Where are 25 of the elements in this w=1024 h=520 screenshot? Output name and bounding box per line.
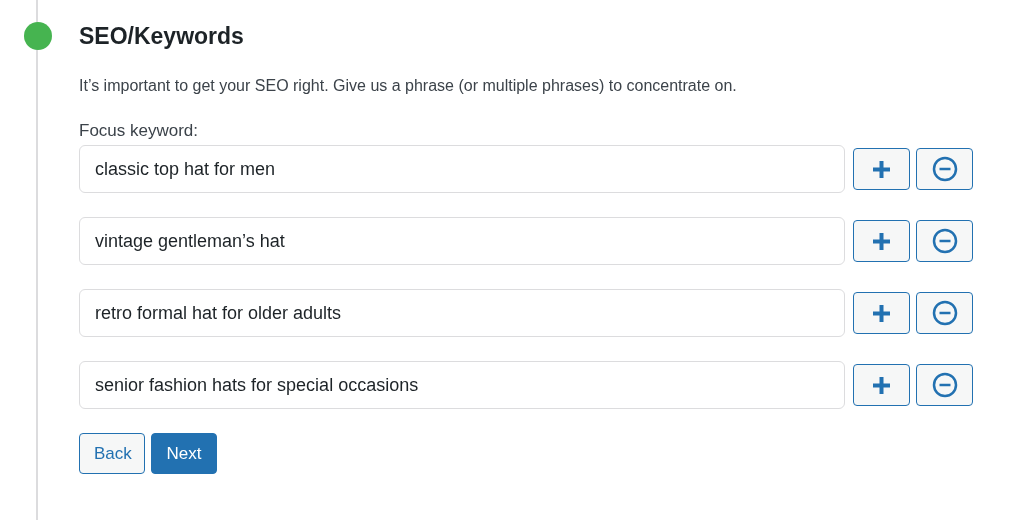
section-title: SEO/Keywords bbox=[79, 22, 245, 50]
next-button[interactable]: Next bbox=[151, 433, 217, 474]
remove-button[interactable] bbox=[916, 364, 973, 406]
description: It’s important to get your SEO right. Give us a phrase (or multiple phrases) to concentrate on. bbox=[79, 76, 738, 96]
keyword-field[interactable]: retro formal hat for older adults bbox=[79, 289, 845, 337]
back-button[interactable]: Back bbox=[79, 433, 145, 474]
keyword-field[interactable]: vintage gentleman’s hat bbox=[79, 217, 845, 265]
minus-circle-icon bbox=[931, 372, 958, 398]
keyword-field[interactable]: senior fashion hats for special occasions bbox=[79, 361, 845, 409]
minus-circle-icon bbox=[931, 156, 958, 182]
remove-button[interactable] bbox=[916, 220, 973, 262]
minus-circle-icon bbox=[931, 300, 958, 326]
minus-circle-icon bbox=[931, 228, 958, 254]
plus-icon bbox=[872, 375, 891, 395]
plus-icon bbox=[872, 231, 891, 251]
add-button[interactable] bbox=[853, 220, 910, 262]
remove-button[interactable] bbox=[916, 292, 973, 334]
add-button[interactable] bbox=[853, 292, 910, 334]
field-label: Focus keyword: bbox=[79, 121, 200, 141]
add-button[interactable] bbox=[853, 364, 910, 406]
remove-button[interactable] bbox=[916, 148, 973, 190]
plus-icon bbox=[872, 159, 891, 179]
plus-icon bbox=[872, 303, 891, 323]
add-button[interactable] bbox=[853, 148, 910, 190]
keyword-field[interactable]: classic top hat for men bbox=[79, 145, 845, 193]
